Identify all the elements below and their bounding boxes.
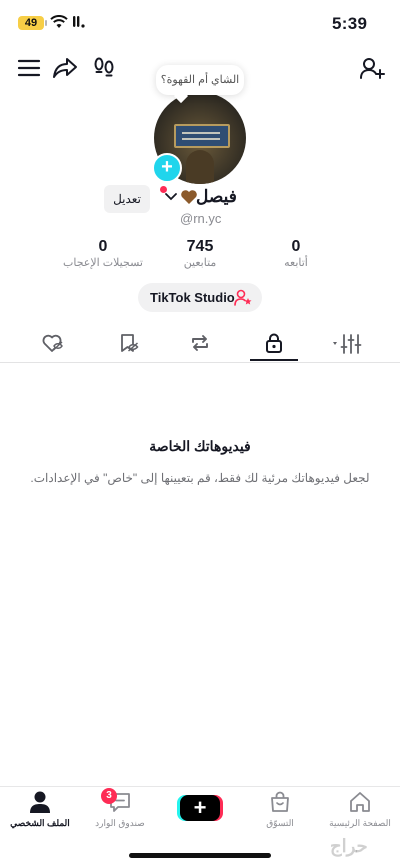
status-time: 5:39 (332, 14, 368, 33)
note-bubble[interactable]: الشاي أم القهوة؟ (156, 65, 244, 95)
notification-dot (160, 186, 167, 193)
stat-following[interactable]: 0 أتابعه (266, 238, 326, 269)
share-icon[interactable] (52, 55, 78, 81)
wifi-icon (50, 15, 68, 28)
stat-label: متابعين (183, 257, 217, 269)
repost-icon[interactable] (189, 332, 211, 354)
heart-hidden-icon[interactable] (41, 332, 63, 354)
nav-inbox[interactable]: صندوق الوارد (80, 790, 160, 829)
stat-value: 0 (98, 238, 108, 255)
stat-value: 745 (186, 238, 214, 255)
nav-profile[interactable]: الملف الشخصي (0, 790, 80, 829)
stat-label: أتابعه (284, 257, 308, 269)
person-icon (30, 791, 50, 813)
inbox-badge: 3 (101, 788, 117, 804)
studio-user-icon (234, 289, 252, 306)
stat-label: تسجيلات الإعجاب (63, 257, 143, 269)
menu-icon[interactable] (16, 55, 42, 81)
add-friend-icon[interactable] (359, 55, 385, 81)
add-story-button[interactable]: + (152, 153, 182, 183)
edit-profile-button[interactable]: تعديل (104, 185, 150, 213)
battery-icon: 49 (18, 16, 47, 30)
stat-followers[interactable]: 745 متابعين (166, 238, 234, 269)
stat-likes[interactable]: 0 تسجيلات الإعجاب (60, 238, 146, 269)
username-handle: @rn.yc (180, 211, 222, 226)
hidden-icon (73, 16, 85, 28)
chevron-down-icon[interactable] (165, 193, 177, 201)
stat-value: 0 (291, 238, 301, 255)
nav-shop-label: التسوّق (266, 818, 294, 828)
nav-profile-label: الملف الشخصي (10, 818, 70, 828)
empty-state-title: فيديوهاتك الخاصة (149, 438, 251, 454)
studio-label: TikTok Studio (150, 290, 235, 305)
filter-sliders-icon[interactable] (332, 333, 362, 355)
home-icon (350, 792, 370, 812)
nav-home[interactable]: الصفحة الرئيسية (320, 790, 400, 829)
nav-shop[interactable]: التسوّق (240, 790, 320, 829)
home-indicator (129, 853, 271, 858)
bookmark-hidden-icon[interactable] (117, 332, 139, 354)
watermark: حراج (330, 836, 368, 856)
active-tab-indicator (250, 359, 298, 361)
brown-heart-icon (181, 190, 197, 204)
footprints-icon[interactable] (91, 55, 117, 81)
empty-state-description: لجعل فيديوهاتك مرئية لك فقط، قم بتعيينها… (30, 471, 370, 485)
profile-name: فيصل (196, 187, 237, 206)
lock-icon[interactable] (263, 332, 285, 354)
nav-inbox-label: صندوق الوارد (95, 818, 145, 828)
nav-home-label: الصفحة الرئيسية (329, 818, 391, 828)
shopping-bag-icon (271, 791, 289, 812)
tiktok-studio-button[interactable]: TikTok Studio (138, 283, 262, 312)
create-button[interactable]: + (180, 795, 220, 821)
